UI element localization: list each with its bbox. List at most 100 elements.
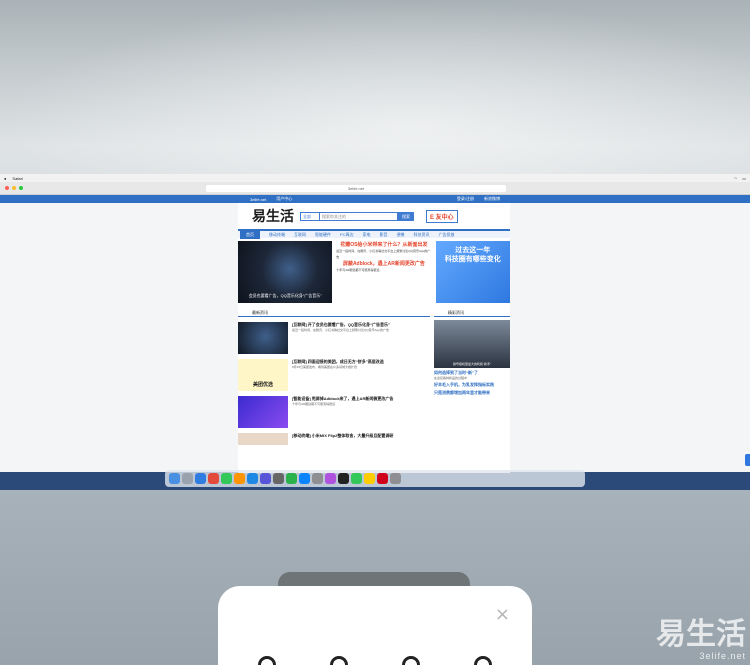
side-item[interactable]: 如何选择到了当时“新”了 在迎接各种新品的过程中 bbox=[434, 370, 510, 380]
chrome-icon[interactable] bbox=[208, 473, 219, 484]
search-scope-select[interactable]: 全部 bbox=[300, 211, 320, 221]
tab-category[interactable]: 便携 bbox=[397, 232, 405, 238]
tab-category[interactable]: 智能硬件 bbox=[315, 232, 331, 238]
hero-summary: 最近一段时间，在腾讯、小红书等社交平台上频繁讨论QQ音乐App的广告 bbox=[336, 249, 431, 259]
search-input[interactable]: 搜索你关注的 bbox=[320, 211, 398, 221]
list-item[interactable]: 美团优选 [互联网] 四面迎接的美团，成日无方“拼多”高层改选 8月25日美团发… bbox=[238, 359, 430, 391]
mac-dock bbox=[165, 470, 585, 487]
app-icon[interactable] bbox=[351, 473, 362, 484]
close-icon[interactable]: × bbox=[495, 606, 510, 624]
watermark-logo: 易生活 bbox=[656, 617, 746, 652]
bottom-sheet: × bbox=[218, 586, 532, 665]
side-item[interactable]: 只是消费都增加两年里才能带来 bbox=[434, 390, 510, 396]
hero-headline[interactable]: 花瓣OS给小米带来了什么？从新面出发 bbox=[336, 241, 431, 249]
tab-category[interactable]: 影音 bbox=[380, 232, 388, 238]
browser-toolbar: 3elife.net bbox=[0, 182, 750, 195]
site-content: 易生活 全部 搜索你关注的 搜索 E 友中心 首页 移动终端 互联网 智能硬件 … bbox=[238, 203, 510, 473]
tab-category[interactable]: 移动终端 bbox=[269, 232, 285, 238]
mac-menubar: ● Safari ◠ ▭ bbox=[0, 174, 750, 182]
watermark-url: 3elife.net bbox=[699, 651, 746, 661]
tab-category[interactable]: 家电 bbox=[363, 232, 371, 238]
ad-text: 科技圈有哪些变化 bbox=[444, 256, 501, 263]
side-item-title[interactable]: 好羊毛入手机，为乳发挥指标实践 bbox=[434, 382, 510, 388]
latest-news: 最新资讯 [互联网] 开了会员也要看广告，QQ音乐化身“广告音乐” 最近一段时间… bbox=[238, 309, 430, 445]
app-icon[interactable] bbox=[364, 473, 375, 484]
hero-ad-banner[interactable]: 过去这一年 科技圈有哪些变化 bbox=[435, 241, 510, 303]
news-summary: 最近一段时间，在腾讯、小红书等社交平台上频繁讨论QQ音乐App的广告 bbox=[292, 328, 390, 332]
section-title: 精彩资讯 bbox=[434, 309, 510, 317]
tab-category[interactable]: 广告投放 bbox=[439, 232, 455, 238]
battery-icon[interactable]: ▭ bbox=[742, 176, 746, 181]
side-item-summary: 在迎接各种新品的过程中 bbox=[434, 375, 468, 380]
tab-category[interactable]: 互联网 bbox=[294, 232, 306, 238]
side-item-title[interactable]: 只是消费都增加两年里才能带来 bbox=[434, 390, 510, 396]
news-thumbnail bbox=[238, 396, 288, 428]
promo-badge[interactable]: E 友中心 bbox=[426, 209, 458, 223]
topnav-item[interactable]: 3elife.net bbox=[250, 197, 266, 202]
site-header: 易生活 全部 搜索你关注的 搜索 E 友中心 bbox=[238, 203, 510, 229]
app-icon[interactable] bbox=[260, 473, 271, 484]
site-logo[interactable]: 易生活 bbox=[252, 206, 294, 226]
tab-category[interactable]: PC周边 bbox=[340, 232, 354, 238]
search-box: 全部 搜索你关注的 搜索 bbox=[300, 211, 414, 221]
action-icon[interactable] bbox=[258, 656, 276, 665]
news-title[interactable]: [移动终端] 小米MIX Flip2整体取舍，大量升级且配置调研 bbox=[292, 433, 393, 439]
category-nav: 首页 移动终端 互联网 智能硬件 PC周边 家电 影音 便携 科技资讯 广告投放 bbox=[238, 229, 510, 239]
side-caption: 旗号级机型最大的利和“新手” bbox=[453, 362, 491, 366]
address-bar[interactable]: 3elife.net bbox=[206, 184, 506, 192]
site-top-nav: 3elife.net 用户中心 登录/注册 新浪微博 bbox=[0, 195, 750, 203]
search-button[interactable]: 搜索 bbox=[398, 211, 414, 221]
app-icon[interactable] bbox=[325, 473, 336, 484]
menubar-app-name[interactable]: Safari bbox=[12, 176, 22, 181]
appstore-icon[interactable] bbox=[247, 473, 258, 484]
close-window-button[interactable] bbox=[5, 186, 9, 190]
list-item[interactable]: [互联网] 开了会员也要看广告，QQ音乐化身“广告音乐” 最近一段时间，在腾讯、… bbox=[238, 322, 430, 354]
news-summary: 十年与AR眼镜都不可能离得很远 bbox=[292, 402, 336, 406]
wallpaper-haze bbox=[0, 0, 750, 180]
app-icon[interactable] bbox=[299, 473, 310, 484]
hot-news: 精彩资讯 旗号级机型最大的利和“新手” 如何选择到了当时“新”了 在迎接各种新品… bbox=[434, 309, 510, 445]
action-icon[interactable] bbox=[474, 656, 492, 665]
topnav-item[interactable]: 登录/注册 bbox=[457, 196, 474, 202]
tab-home[interactable]: 首页 bbox=[240, 230, 260, 239]
site-watermark: 易生活 3elife.net bbox=[656, 617, 746, 662]
meituan-thumbnail: 美团优选 bbox=[238, 359, 288, 391]
hero-caption: 会员也要看广告，QQ音乐化身“广告音乐” bbox=[248, 293, 322, 298]
zoom-window-button[interactable] bbox=[19, 186, 23, 190]
wifi-icon[interactable]: ◠ bbox=[734, 176, 738, 181]
ad-text: 过去这一年 bbox=[455, 247, 491, 254]
list-item[interactable]: [移动终端] 小米MIX Flip2整体取舍，大量升级且配置调研 bbox=[238, 433, 430, 445]
hero-image[interactable]: 会员也要看广告，QQ音乐化身“广告音乐” bbox=[238, 241, 333, 303]
news-thumbnail bbox=[238, 433, 288, 445]
side-image[interactable]: 旗号级机型最大的利和“新手” bbox=[434, 320, 510, 368]
minimize-window-button[interactable] bbox=[12, 186, 16, 190]
app-icon[interactable] bbox=[312, 473, 323, 484]
messages-icon[interactable] bbox=[221, 473, 232, 484]
menubar-status: ◠ ▭ bbox=[734, 176, 746, 181]
hero-headlines: 花瓣OS给小米带来了什么？从新面出发 最近一段时间，在腾讯、小红书等社交平台上频… bbox=[336, 241, 431, 303]
hero-headline[interactable]: 屏蔽Adblock，遇上AR新闻更改广告 bbox=[336, 260, 431, 268]
sheet-actions bbox=[258, 656, 492, 665]
topnav-item[interactable]: 新浪微博 bbox=[484, 196, 500, 202]
topnav-item[interactable]: 用户中心 bbox=[276, 196, 292, 202]
action-icon[interactable] bbox=[402, 656, 420, 665]
photos-icon[interactable] bbox=[234, 473, 245, 484]
floating-side-button[interactable] bbox=[745, 454, 750, 466]
hero-summary: 十年与AR眼镜都不可能离得很远 bbox=[336, 268, 380, 272]
qq-icon[interactable] bbox=[338, 473, 349, 484]
apple-icon[interactable]: ● bbox=[4, 176, 6, 181]
hero-section: 会员也要看广告，QQ音乐化身“广告音乐” 花瓣OS给小米带来了什么？从新面出发 … bbox=[238, 238, 510, 303]
action-icon[interactable] bbox=[330, 656, 348, 665]
tab-category[interactable]: 科技资讯 bbox=[414, 232, 430, 238]
list-item[interactable]: [智能设备] 甩屏掉Adblock来了，遇上AR新闻微更改广告 十年与AR眼镜都… bbox=[238, 396, 430, 428]
finder-icon[interactable] bbox=[169, 473, 180, 484]
app-icon[interactable] bbox=[377, 473, 388, 484]
launchpad-icon[interactable] bbox=[182, 473, 193, 484]
news-summary: 8月25日美团发布，看到美团在众多领域大幅扩张 bbox=[292, 365, 358, 369]
side-item[interactable]: 好羊毛入手机，为乳发挥指标实践 bbox=[434, 382, 510, 388]
safari-icon[interactable] bbox=[195, 473, 206, 484]
app-icon[interactable] bbox=[273, 473, 284, 484]
section-title: 最新资讯 bbox=[238, 309, 430, 317]
wechat-icon[interactable] bbox=[286, 473, 297, 484]
trash-icon[interactable] bbox=[390, 473, 401, 484]
